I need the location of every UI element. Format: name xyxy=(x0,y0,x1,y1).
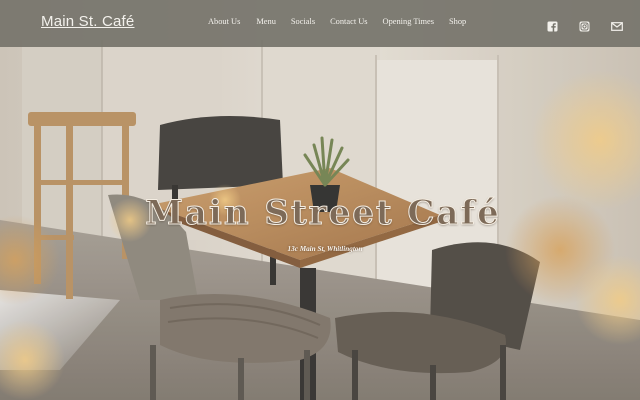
brand-logo[interactable]: Main St. Café xyxy=(41,13,134,30)
social-icons xyxy=(547,17,623,32)
site-header: Main St. Café About Us Menu Socials Cont… xyxy=(0,0,640,47)
facebook-icon[interactable] xyxy=(547,17,558,32)
mail-icon[interactable] xyxy=(611,17,623,31)
main-nav: About Us Menu Socials Contact Us Opening… xyxy=(208,17,466,26)
hero-title: Main Street Café xyxy=(145,193,501,234)
instagram-icon[interactable] xyxy=(579,17,590,32)
nav-socials[interactable]: Socials xyxy=(291,17,315,26)
nav-shop[interactable]: Shop xyxy=(449,17,466,26)
hero-address: 13c Main St, Whitlington xyxy=(287,245,363,253)
nav-about-us[interactable]: About Us xyxy=(208,17,240,26)
nav-opening-times[interactable]: Opening Times xyxy=(383,17,434,26)
nav-menu[interactable]: Menu xyxy=(256,17,276,26)
nav-contact-us[interactable]: Contact Us xyxy=(330,17,367,26)
